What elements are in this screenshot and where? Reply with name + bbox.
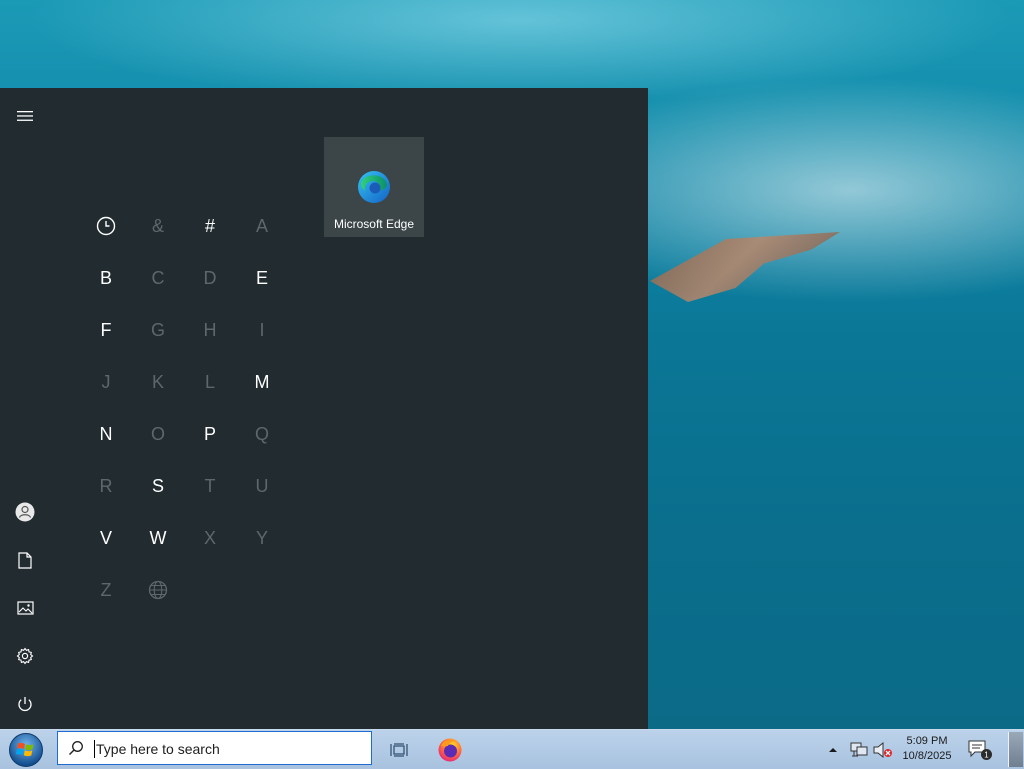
alphabet-letter: K <box>151 371 164 392</box>
alphabet-letter: T <box>204 475 216 496</box>
alphabet-letter: & <box>151 215 164 236</box>
taskbar-search-box[interactable]: Type here to search <box>57 731 372 765</box>
user-account-button[interactable] <box>0 492 50 532</box>
alphabet-letter: D <box>203 267 217 288</box>
clock-date: 10/8/2025 <box>902 750 952 762</box>
search-icon <box>69 741 83 755</box>
text-caret <box>94 740 95 758</box>
alphabet-letter: J <box>101 371 111 392</box>
alphabet-letter: L <box>204 371 215 392</box>
start-menu: & # A B C D E F G H I J K L M N O P Q R S T U V W X Y Z Microsoft E… <box>0 88 648 729</box>
alphabet-letter: Y <box>255 527 268 548</box>
notification-icon: 1 <box>968 740 992 760</box>
volume-tray-button[interactable] <box>872 730 894 769</box>
clock-time: 5:09 PM <box>906 735 948 747</box>
alphabet-letter: G <box>150 319 165 340</box>
windows-start-orb-icon <box>9 733 43 767</box>
firefox-icon <box>438 738 462 762</box>
alphabet-letter[interactable]: M <box>236 356 288 408</box>
hamburger-menu-icon <box>17 111 33 121</box>
task-view-icon <box>390 743 408 757</box>
alphabet-grid: & # A B C D E F G H I J K L M N O P Q R S T U V W X Y Z <box>80 200 288 616</box>
network-tray-button[interactable] <box>849 730 869 769</box>
recent-apps-clock-icon[interactable] <box>80 200 132 252</box>
globe-icon <box>132 564 184 616</box>
alphabet-letter: H <box>203 319 217 340</box>
taskbar-clock[interactable]: 5:09 PM 10/8/2025 <box>896 734 958 764</box>
alphabet-letter: I <box>259 319 265 340</box>
action-center-button[interactable]: 1 <box>966 730 994 769</box>
chevron-up-icon <box>829 747 837 752</box>
user-icon <box>15 502 35 522</box>
alphabet-letter: Z <box>100 579 112 600</box>
edge-icon <box>358 171 390 203</box>
microsoft-edge-tile[interactable]: Microsoft Edge <box>324 137 424 237</box>
task-view-button[interactable] <box>381 732 417 768</box>
alphabet-letter[interactable]: P <box>184 408 236 460</box>
alphabet-letter[interactable]: V <box>80 512 132 564</box>
alphabet-letter: U <box>255 475 269 496</box>
alphabet-letter[interactable]: B <box>80 252 132 304</box>
alphabet-letter[interactable]: N <box>80 408 132 460</box>
alphabet-letter[interactable]: E <box>236 252 288 304</box>
alphabet-letter: Q <box>254 423 269 444</box>
show-desktop-button[interactable] <box>1008 732 1023 767</box>
start-menu-rail <box>0 88 50 729</box>
alphabet-letter: A <box>255 215 268 236</box>
volume-muted-icon <box>873 741 892 758</box>
expand-menu-button[interactable] <box>0 96 50 136</box>
power-button[interactable] <box>0 684 50 724</box>
show-hidden-icons-button[interactable] <box>826 730 840 769</box>
document-icon <box>18 551 32 569</box>
alphabet-letter: O <box>150 423 165 444</box>
alphabet-letter: C <box>151 267 165 288</box>
notification-badge: 1 <box>984 750 989 759</box>
alphabet-letter[interactable]: # <box>184 200 236 252</box>
firefox-taskbar-button[interactable] <box>432 732 468 768</box>
start-button[interactable] <box>7 732 45 768</box>
gear-icon <box>16 647 34 665</box>
pictures-button[interactable] <box>0 588 50 628</box>
picture-icon <box>16 601 34 615</box>
search-input[interactable]: Type here to search <box>96 741 220 757</box>
documents-button[interactable] <box>0 540 50 580</box>
alphabet-letter: R <box>99 475 113 496</box>
alphabet-letter: X <box>203 527 216 548</box>
wallpaper-mermaid-fin <box>650 232 840 302</box>
network-icon <box>850 742 868 756</box>
alphabet-letter[interactable]: F <box>80 304 132 356</box>
settings-button[interactable] <box>0 636 50 676</box>
alphabet-letter[interactable]: W <box>132 512 184 564</box>
alphabet-letter[interactable]: S <box>132 460 184 512</box>
taskbar: Type here to search 5:09 PM 10/8/2025 1 <box>0 729 1024 769</box>
power-icon <box>18 697 32 712</box>
tile-label: Microsoft Edge <box>333 217 415 231</box>
